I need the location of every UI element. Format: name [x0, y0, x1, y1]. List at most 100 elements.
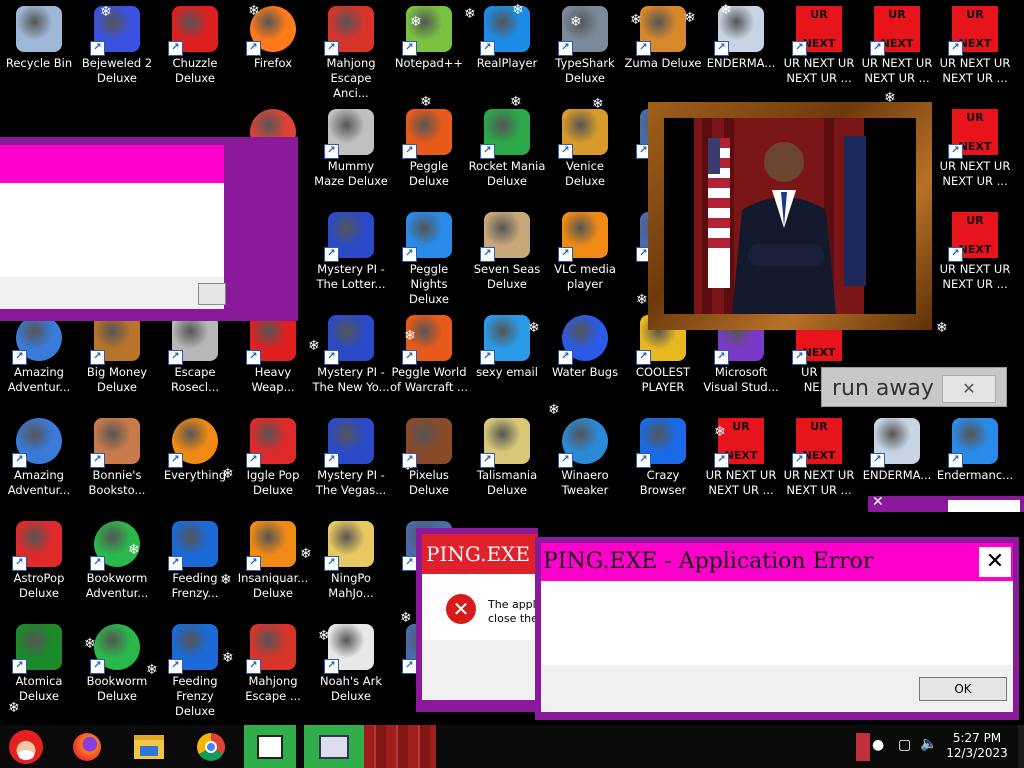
desktop-icon[interactable]: ↗ NingPo MahJo...: [312, 515, 390, 611]
desktop-icon[interactable]: ↗ Winaero Tweaker: [546, 412, 624, 508]
desktop-icon[interactable]: UR NEXT ↗ UR NEXT UR NEXT UR ...: [936, 0, 1014, 96]
desktop-icon[interactable]: ↗ Feeding Frenzy Deluxe: [156, 618, 234, 718]
desktop-icon[interactable]: ↗ Mahjong Escape Anci...: [312, 0, 390, 100]
taskbar-app-1[interactable]: [244, 725, 296, 768]
desktop-icon[interactable]: ↗ TypeShark Deluxe: [546, 0, 624, 96]
snowflake-icon: ❄: [308, 338, 320, 354]
desktop-icon[interactable]: ↗ Peggle Nights Deluxe: [390, 206, 468, 306]
desktop-icon[interactable]: ↗ Bookworm Deluxe: [78, 618, 156, 714]
desktop-icon[interactable]: ↗ Peggle World of Warcraft ...: [390, 309, 468, 405]
desktop-icon[interactable]: ↗ Firefox: [234, 0, 312, 96]
desktop-icon[interactable]: ↗ Water Bugs: [546, 309, 624, 405]
tray-dot-icon[interactable]: ●: [872, 737, 884, 753]
taskbar-firefox[interactable]: [64, 725, 110, 768]
error-dialog-front-titlebar[interactable]: PING.EXE - Application Error ✕: [541, 543, 1013, 581]
mahjong-escape-icon: ↗: [246, 624, 296, 674]
desktop-icon[interactable]: ↗ Mystery PI - The Lotter...: [312, 206, 390, 302]
desktop-icon[interactable]: ↗ Amazing Adventur...: [0, 309, 78, 405]
desktop-icon[interactable]: ↗ Notepad++: [390, 0, 468, 96]
desktop-icon[interactable]: ↗ Feeding Frenzy...: [156, 515, 234, 611]
taskbar-file-explorer[interactable]: [126, 725, 172, 768]
desktop-icon[interactable]: UR NEXT ↗ UR NEXT UR NEXT UR ...: [858, 0, 936, 96]
start-button[interactable]: [0, 725, 52, 768]
desktop-icon[interactable]: ↗ VLC media player: [546, 206, 624, 302]
pink-window[interactable]: [0, 137, 298, 321]
snowflake-icon: ❄: [402, 458, 414, 474]
show-hidden-icons[interactable]: [856, 733, 870, 761]
taskbar-chrome[interactable]: [188, 725, 234, 768]
desktop-icon[interactable]: ↗ Endermanc...: [936, 412, 1014, 508]
desktop-icon-label: Insaniquar... Deluxe: [237, 571, 309, 600]
show-desktop-button[interactable]: [1018, 725, 1024, 768]
desktop-icon[interactable]: ↗ Talismania Deluxe: [468, 412, 546, 508]
desktop-icon[interactable]: ↗ Escape Rosecl...: [156, 309, 234, 405]
desktop-icon[interactable]: ↗ Big Money Deluxe: [78, 309, 156, 405]
desktop-icon[interactable]: ↗ Bookworm Adventur...: [78, 515, 156, 611]
desktop-icon[interactable]: ↗ Peggle Deluxe: [390, 103, 468, 199]
desktop-icon[interactable]: ↗ Seven Seas Deluxe: [468, 206, 546, 302]
shortcut-arrow-icon: ↗: [792, 41, 807, 56]
desktop-icon[interactable]: UR NEXT ↗ UR NEXT UR NEXT UR ...: [936, 206, 1014, 302]
ok-button[interactable]: OK: [919, 677, 1007, 701]
feeding-frenzy-icon: ↗: [168, 624, 218, 674]
error-dialog-front-close-button[interactable]: ✕: [979, 547, 1011, 577]
shortcut-arrow-icon: ↗: [714, 41, 729, 56]
error-dialog-back-titlebar[interactable]: PING.EXE: [422, 534, 538, 574]
desktop-icon[interactable]: ↗ Rocket Mania Deluxe: [468, 103, 546, 199]
desktop-icon[interactable]: ↗ Mystery PI - The New Yo...: [312, 309, 390, 405]
small-window-fragment[interactable]: ✕: [868, 494, 1024, 512]
network-icon[interactable]: ▢: [898, 737, 911, 753]
snowflake-icon: ❄: [636, 292, 648, 308]
desktop-icon[interactable]: Recycle Bin: [0, 0, 78, 96]
firefox-icon: [73, 732, 101, 761]
snowflake-icon: ❄: [100, 4, 112, 20]
desktop-icon[interactable]: ↗ Insaniquar... Deluxe: [234, 515, 312, 611]
volume-icon[interactable]: 🔈: [920, 736, 937, 752]
desktop-icon[interactable]: ↗ ENDERMA...: [858, 412, 936, 508]
ur-tile-top-text: UR: [966, 214, 984, 227]
desktop-icon-label: Talismania Deluxe: [476, 468, 538, 497]
desktop-icon[interactable]: ↗ Amazing Adventur...: [0, 412, 78, 508]
shortcut-arrow-icon: ↗: [714, 350, 729, 365]
enderman-window-icon: ↗: [870, 418, 920, 468]
run-away-popup[interactable]: run away ✕: [821, 367, 1007, 407]
chrome-icon: [197, 732, 225, 761]
pink-window-button[interactable]: [198, 283, 226, 305]
desktop-icon-label: ENDERMA...: [862, 468, 932, 482]
shortcut-arrow-icon: ↗: [558, 41, 573, 56]
run-away-close-button[interactable]: ✕: [942, 375, 996, 403]
framed-portrait-window[interactable]: [648, 102, 932, 330]
error-dialog-back[interactable]: PING.EXE ✕ The appl close the: [416, 528, 538, 712]
desktop-icon[interactable]: ↗ RealPlayer: [468, 0, 546, 96]
snowflake-icon: ❄: [128, 542, 140, 558]
ur-tile-bottom-text: NEXT: [802, 346, 836, 359]
desktop-icon[interactable]: UR NEXT ↗ UR NEXT UR NEXT UR ...: [780, 412, 858, 508]
desktop-icon[interactable]: ↗ Chuzzle Deluxe: [156, 0, 234, 96]
close-icon[interactable]: ✕: [872, 494, 884, 510]
desktop-icon[interactable]: UR NEXT ↗ UR NEXT UR NEXT UR ...: [936, 103, 1014, 199]
desktop-icon[interactable]: ↗ Everything: [156, 412, 234, 508]
desktop-icon[interactable]: ↗ Mummy Maze Deluxe: [312, 103, 390, 199]
desktop-icon[interactable]: ↗ Mahjong Escape ...: [234, 618, 312, 714]
desktop-icon[interactable]: ↗ AstroPop Deluxe: [0, 515, 78, 611]
desktop-icon[interactable]: ↗ ENDERMA...: [702, 0, 780, 96]
desktop-icon-label: Winaero Tweaker: [561, 468, 609, 497]
taskbar-app-2[interactable]: [304, 725, 364, 768]
desktop-icon[interactable]: ↗ Bonnie's Booksto...: [78, 412, 156, 508]
error-dialog-front[interactable]: PING.EXE - Application Error ✕ OK: [535, 537, 1019, 720]
desktop-icon[interactable]: ↗ Venice Deluxe: [546, 103, 624, 199]
pink-window-titlebar[interactable]: [0, 145, 224, 183]
snowflake-icon: ❄: [220, 572, 232, 588]
desktop-icon-label: UR NEXT UR NEXT UR ...: [861, 56, 933, 85]
snowflake-icon: ❄: [684, 10, 696, 26]
santa-start-icon: [9, 729, 43, 764]
desktop-icon[interactable]: ↗ Heavy Weap...: [234, 309, 312, 405]
ur-tile-bottom-text: NEXT: [958, 37, 992, 50]
desktop-icon[interactable]: ↗ Crazy Browser: [624, 412, 702, 508]
desktop-icon[interactable]: ↗ Mystery PI - The Vegas...: [312, 412, 390, 508]
clock[interactable]: 5:27 PM 12/3/2023: [946, 731, 1008, 761]
desktop-icon[interactable]: ↗ Iggle Pop Deluxe: [234, 412, 312, 508]
desktop-icon[interactable]: ↗ Bejeweled 2 Deluxe: [78, 0, 156, 96]
desktop: Recycle Bin ↗ Bejeweled 2 Deluxe ↗ Chuzzle D…: [0, 0, 1024, 725]
desktop-icon[interactable]: UR NEXT ↗ UR NEXT UR NEXT UR ...: [780, 0, 858, 96]
